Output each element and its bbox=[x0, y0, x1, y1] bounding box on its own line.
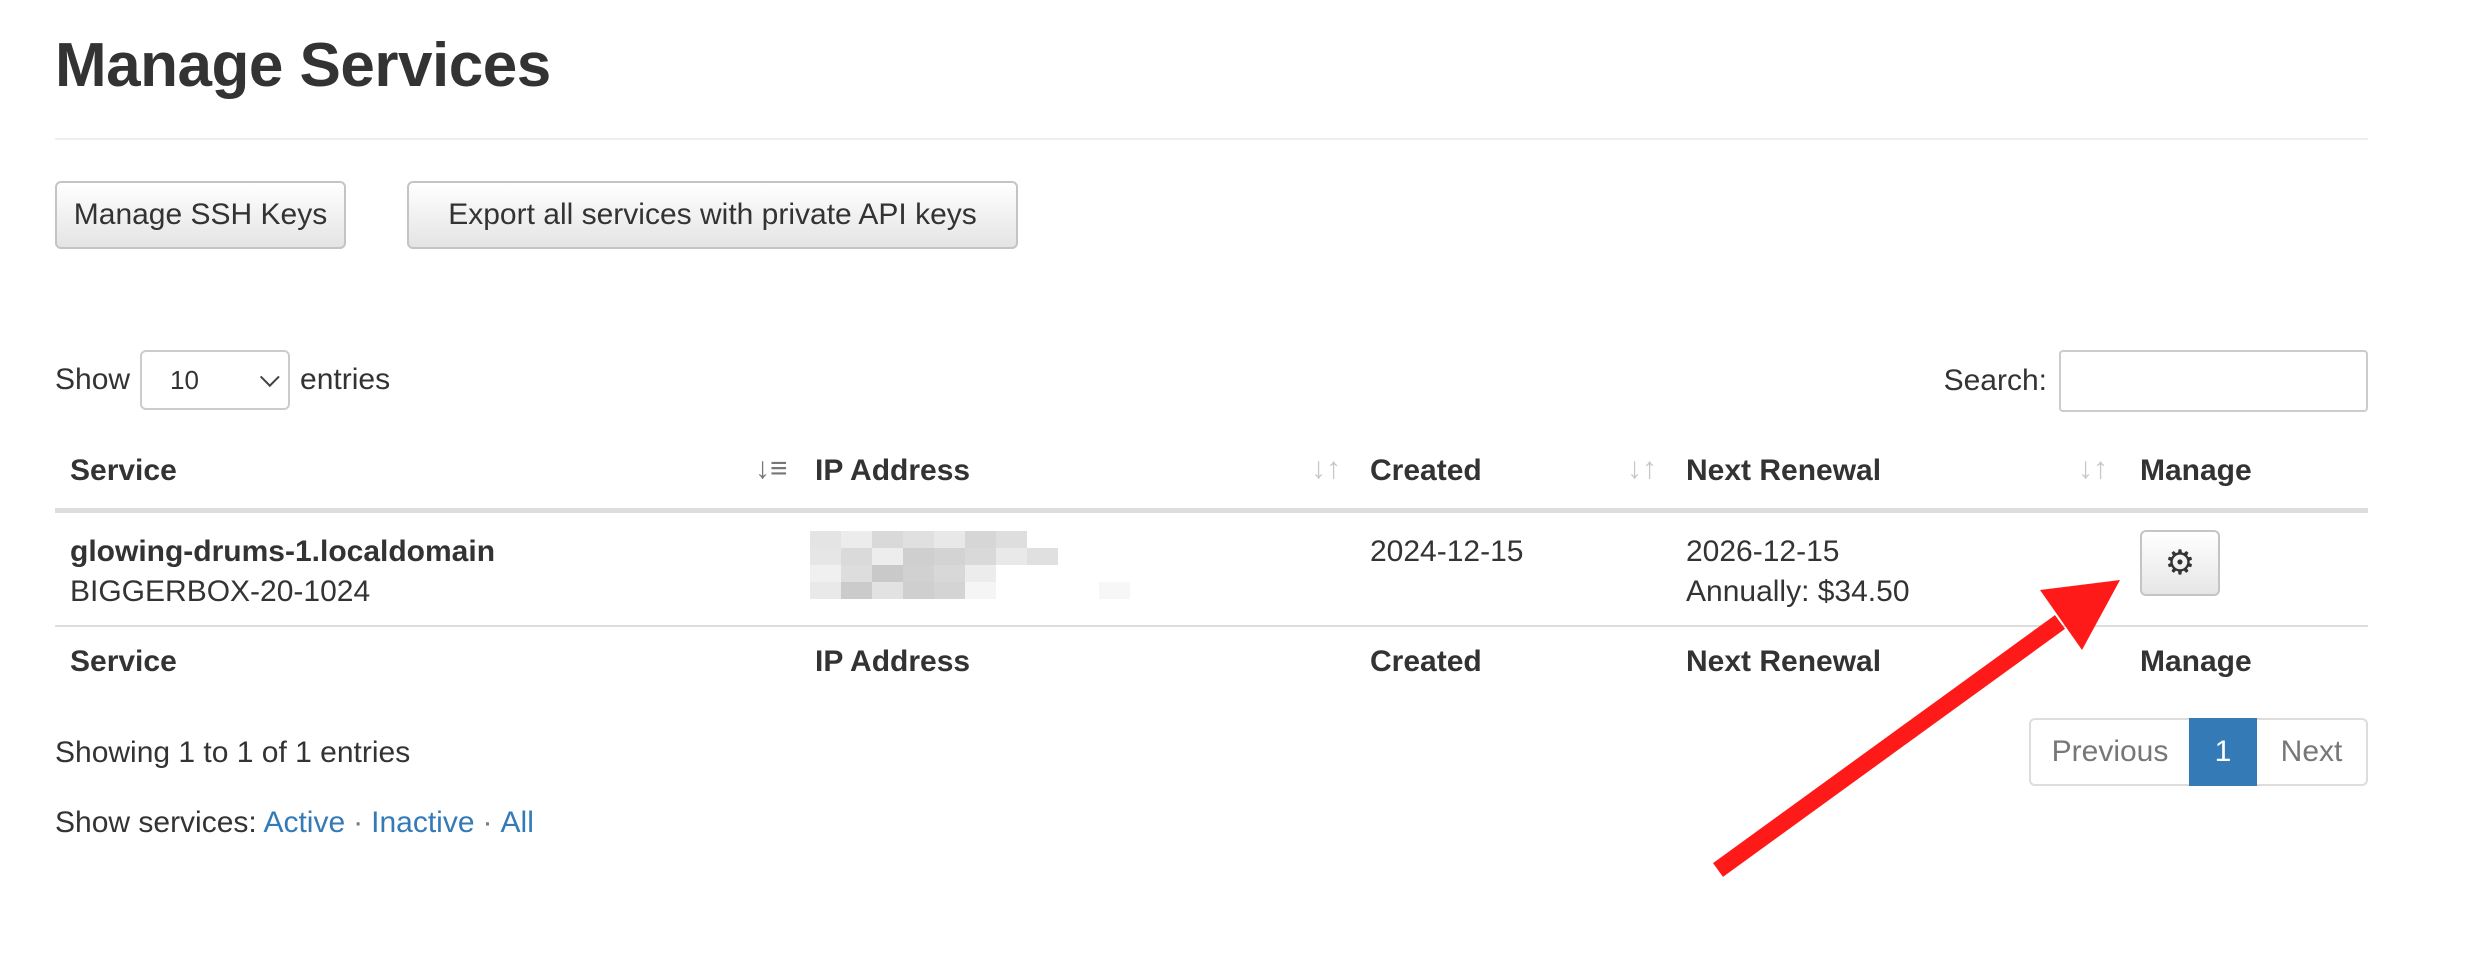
annotation-arrow bbox=[1713, 580, 2120, 877]
